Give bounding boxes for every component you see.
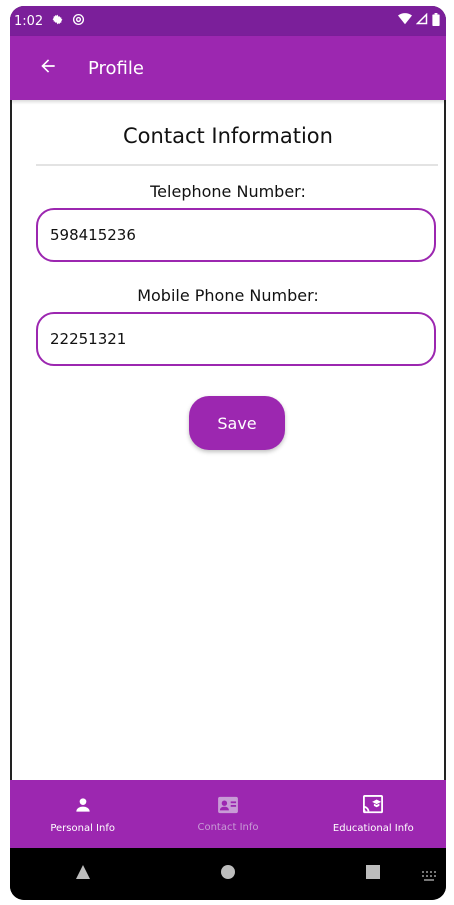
telephone-label: Telephone Number:: [150, 182, 306, 201]
arrow-left-icon: [38, 56, 58, 80]
telephone-input[interactable]: [36, 208, 436, 262]
page-title: Profile: [88, 57, 144, 79]
nav-personal-info[interactable]: Personal Info: [10, 780, 155, 848]
nav-personal-info-label: Personal Info: [50, 822, 115, 834]
status-left-icons: [51, 13, 85, 30]
status-time: 1:02: [14, 13, 44, 29]
back-button[interactable]: [30, 50, 66, 86]
wifi-icon: [398, 13, 412, 29]
battery-icon: [432, 12, 440, 30]
system-nav-bar: [10, 848, 446, 900]
system-recents-button[interactable]: [358, 859, 388, 889]
mobile-input[interactable]: [36, 312, 436, 366]
status-right-icons: [398, 12, 440, 30]
nav-educational-info-label: Educational Info: [332, 822, 414, 834]
contact-form: Contact Information Telephone Number: Mo…: [10, 100, 446, 780]
system-back-button[interactable]: [68, 859, 98, 889]
at-icon: [72, 13, 85, 30]
signal-icon: [415, 12, 428, 29]
mobile-label: Mobile Phone Number:: [137, 286, 319, 305]
system-home-button[interactable]: [213, 859, 243, 889]
save-button[interactable]: Save: [189, 396, 285, 450]
nav-contact-info[interactable]: Contact Info: [155, 780, 300, 848]
keyboard-icon[interactable]: [422, 866, 436, 885]
nav-educational-info[interactable]: Educational Info: [301, 780, 446, 848]
triangle-back-icon: [75, 864, 91, 884]
status-bar: 1:02: [10, 6, 446, 36]
bottom-nav: Personal Info Contact Info Educational I…: [10, 780, 446, 848]
divider: [36, 164, 438, 166]
cast-for-education-icon: [362, 794, 384, 819]
circle-home-icon: [220, 864, 236, 884]
square-recents-icon: [365, 864, 381, 884]
gear-icon: [51, 13, 64, 30]
contact-card-icon: [217, 796, 239, 818]
nav-contact-info-label: Contact Info: [197, 821, 259, 833]
app-bar: Profile: [10, 36, 446, 100]
phone-screen: 1:02 Profile Contact Information Telepho…: [10, 6, 446, 900]
section-title: Contact Information: [123, 124, 333, 148]
person-icon: [73, 795, 93, 819]
